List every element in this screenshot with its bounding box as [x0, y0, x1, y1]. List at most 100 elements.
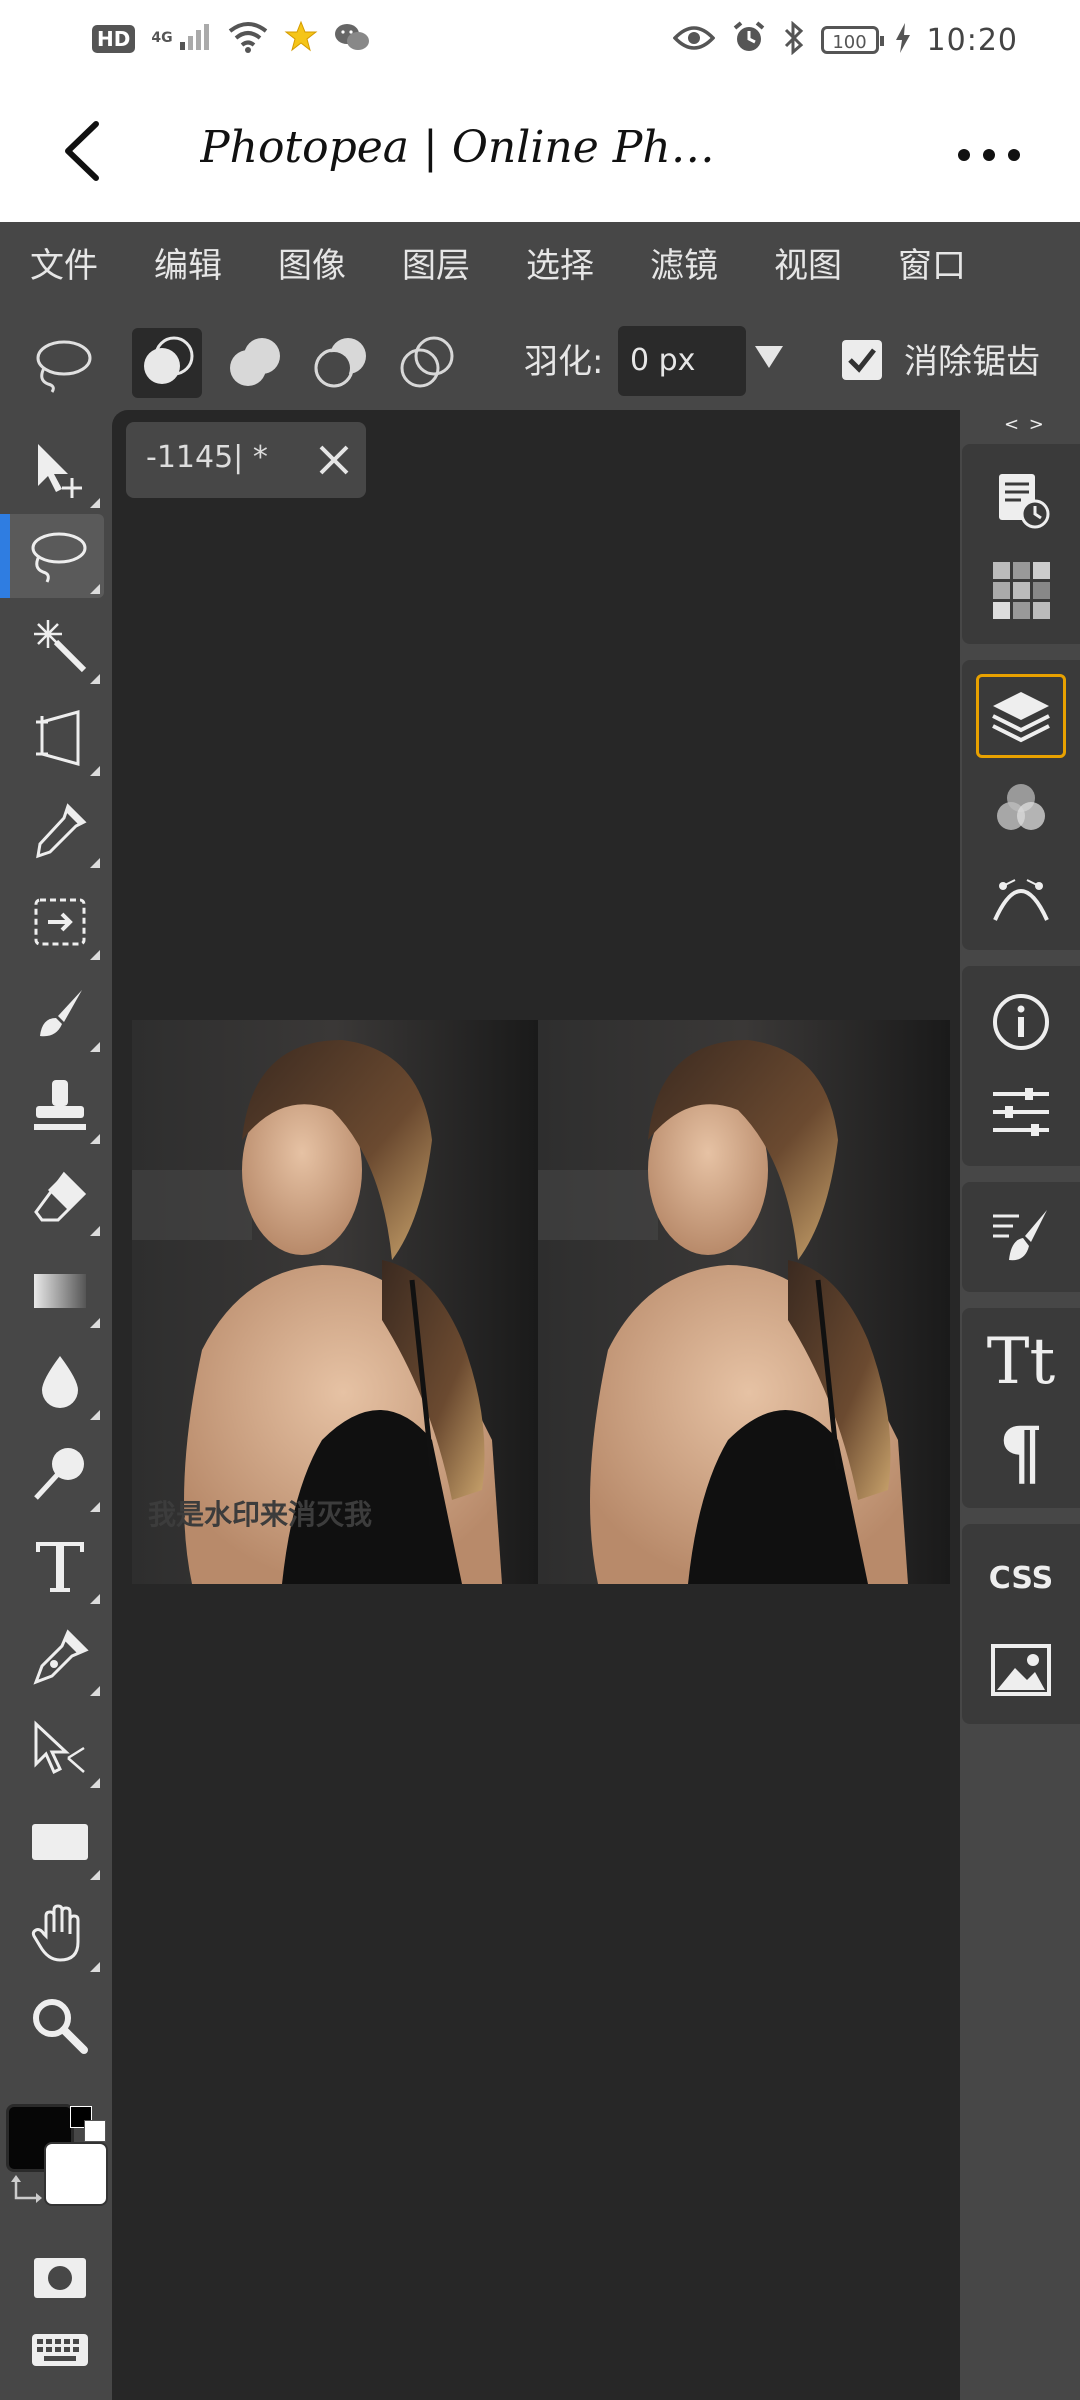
dodge-tool[interactable]	[16, 1432, 104, 1516]
lasso-icon	[36, 340, 92, 393]
chevron-left-icon	[65, 121, 99, 181]
collapse-dock-button[interactable]: < >	[1004, 414, 1046, 435]
new-selection-button[interactable]	[132, 328, 202, 398]
tool-submenu-indicator	[90, 1686, 100, 1696]
tool-submenu-indicator	[90, 858, 100, 868]
back-button[interactable]	[56, 116, 116, 186]
menu-edit[interactable]: 编辑	[124, 222, 248, 310]
triangle-down-icon	[755, 346, 783, 368]
css-panel-button[interactable]: CSS	[976, 1536, 1066, 1620]
perspective-crop-icon	[36, 710, 80, 766]
feather-label: 羽化:	[524, 342, 604, 382]
info-icon	[993, 994, 1049, 1050]
menu-window[interactable]: 窗口	[868, 222, 992, 310]
history-icon	[999, 474, 1050, 529]
menu-image[interactable]: 图像	[248, 222, 372, 310]
star-app-icon	[284, 20, 318, 58]
swatches-panel-button[interactable]	[976, 548, 1066, 632]
status-left: HD 4G	[92, 20, 370, 58]
crop-tool[interactable]	[16, 696, 104, 780]
channels-icon	[997, 784, 1045, 830]
tool-submenu-indicator	[90, 1962, 100, 1972]
subtract-selection-icon	[314, 338, 366, 388]
eraser-tool[interactable]	[16, 1156, 104, 1240]
more-dots-icon	[958, 149, 1020, 161]
channels-panel-button[interactable]	[976, 766, 1066, 850]
rectangle-shape-icon	[32, 1824, 88, 1860]
menu-filter[interactable]: 滤镜	[620, 222, 744, 310]
brush-tool[interactable]	[16, 972, 104, 1056]
panel-group-type: Tt ¶	[962, 1308, 1080, 1508]
bluetooth-icon	[783, 20, 805, 59]
type-icon	[36, 1542, 84, 1592]
paths-panel-button[interactable]	[976, 856, 1066, 940]
intersect-selection-button[interactable]	[392, 328, 462, 398]
hand-tool[interactable]	[16, 1892, 104, 1976]
swap-colors-icon[interactable]	[10, 2172, 44, 2206]
zoom-icon	[33, 1999, 88, 2054]
paragraph-panel-button[interactable]: ¶	[976, 1410, 1066, 1494]
panel-group-info	[962, 966, 1080, 1166]
document-image[interactable]: 我是水印来消灭我	[132, 1020, 950, 1584]
lasso-tool[interactable]	[0, 514, 104, 598]
panel-group-layers	[962, 660, 1080, 950]
feather-dropdown[interactable]	[752, 342, 786, 372]
patch-tool[interactable]	[16, 880, 104, 964]
brush-settings-icon	[993, 1210, 1047, 1261]
keyboard-button[interactable]	[16, 2308, 104, 2392]
move-tool[interactable]	[16, 428, 104, 512]
menu-view[interactable]: 视图	[744, 222, 868, 310]
character-panel-button[interactable]: Tt	[976, 1320, 1066, 1404]
rectangle-tool[interactable]	[16, 1800, 104, 1884]
close-tab-button[interactable]	[316, 442, 352, 478]
menu-select[interactable]: 选择	[496, 222, 620, 310]
feather-input[interactable]: 0 px	[618, 326, 746, 396]
magic-wand-tool[interactable]	[16, 604, 104, 688]
clone-stamp-icon	[34, 1080, 86, 1130]
page-title: Photopea | Online Ph…	[200, 122, 715, 173]
layers-icon	[992, 692, 1050, 743]
hand-icon	[31, 1904, 80, 1962]
add-selection-button[interactable]	[220, 328, 290, 398]
type-tool[interactable]	[16, 1524, 104, 1608]
content-aware-move-icon	[34, 898, 86, 946]
portrait-photo: 我是水印来消灭我	[132, 1020, 950, 1584]
panel-dock: < > Tt ¶ CSS	[960, 410, 1080, 2400]
blur-tool[interactable]	[16, 1340, 104, 1424]
tool-preset-button[interactable]	[28, 328, 98, 398]
zoom-tool[interactable]	[16, 1984, 104, 2068]
close-icon	[319, 445, 349, 475]
tool-panel	[0, 410, 112, 2400]
move-tool-icon	[38, 444, 82, 498]
menu-layer[interactable]: 图层	[372, 222, 496, 310]
stamp-tool[interactable]	[16, 1064, 104, 1148]
menu-file[interactable]: 文件	[0, 222, 124, 310]
gradient-icon	[34, 1274, 86, 1308]
add-selection-icon	[230, 338, 280, 386]
default-colors-button-bg	[84, 2120, 106, 2142]
pen-icon	[33, 1629, 89, 1685]
canvas-area[interactable]: -1145| * 我是水印来消灭我	[112, 410, 960, 2400]
document-tab[interactable]: -1145| *	[126, 422, 366, 498]
pen-tool[interactable]	[16, 1616, 104, 1700]
tool-submenu-indicator	[90, 1502, 100, 1512]
antialias-checkbox[interactable]	[842, 340, 882, 380]
path-select-tool[interactable]	[16, 1708, 104, 1792]
brush-settings-panel-button[interactable]	[976, 1194, 1066, 1278]
eye-icon	[672, 24, 715, 56]
eyedropper-tool[interactable]	[16, 788, 104, 872]
background-color-swatch[interactable]	[44, 2142, 108, 2206]
more-button[interactable]	[954, 140, 1024, 170]
adjustments-panel-button[interactable]	[976, 1070, 1066, 1154]
image-panel-button[interactable]	[976, 1628, 1066, 1712]
layers-panel-button[interactable]	[976, 674, 1066, 758]
subtract-selection-button[interactable]	[306, 328, 376, 398]
panel-group-history	[962, 444, 1080, 644]
gradient-tool[interactable]	[16, 1248, 104, 1332]
info-panel-button[interactable]	[976, 980, 1066, 1064]
history-panel-button[interactable]	[976, 458, 1066, 542]
eraser-icon	[34, 1171, 87, 1222]
alarm-icon	[731, 20, 767, 60]
wechat-icon	[334, 21, 370, 57]
path-select-icon	[34, 1720, 85, 1775]
